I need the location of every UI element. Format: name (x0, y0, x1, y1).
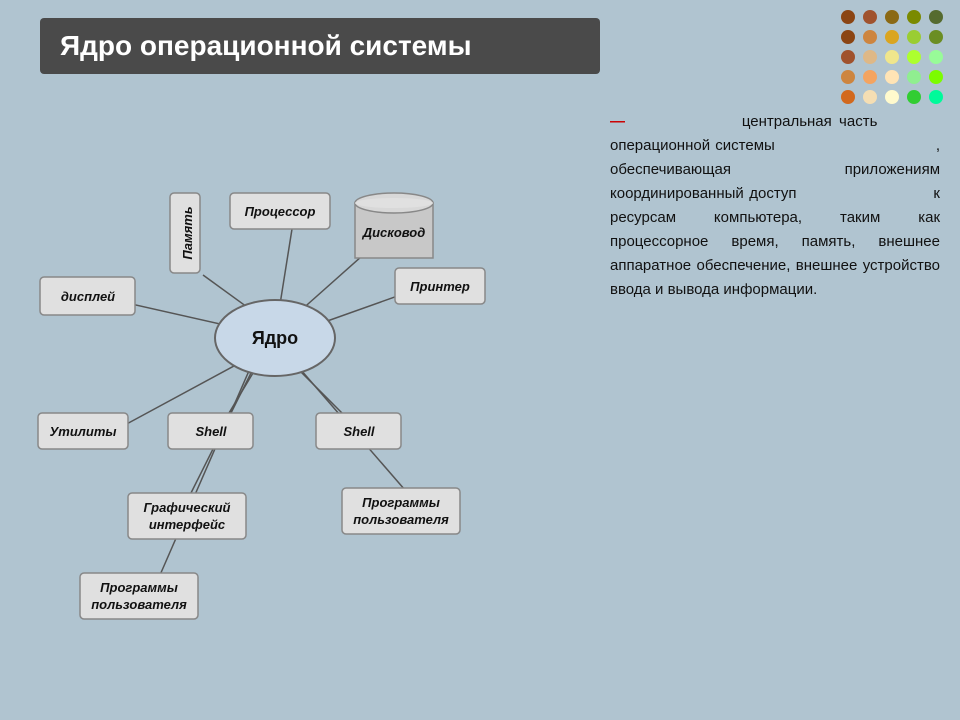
title-bar: Ядро операционной системы (40, 18, 600, 74)
diskdrive-node: Дисковод (362, 225, 426, 240)
decorative-dot (929, 90, 943, 104)
decorative-dot (907, 10, 921, 24)
decorative-dot (885, 90, 899, 104)
decorative-dot (929, 70, 943, 84)
gui-node: Графический (144, 500, 231, 515)
decorative-dot (841, 10, 855, 24)
processor-node: Процессор (245, 204, 316, 219)
diagram-area: Ядро дисплей Память Процессор Дисковод П… (20, 85, 510, 685)
shell1-node: Shell (195, 424, 226, 439)
page-title: Ядро операционной системы (60, 30, 580, 62)
decorative-dot (907, 70, 921, 84)
gui-node-line2: интерфейс (149, 517, 226, 532)
memory-node: Память (180, 206, 195, 259)
decorative-dot (863, 30, 877, 44)
decorative-dot (885, 50, 899, 64)
decorative-dot (885, 10, 899, 24)
display-node: дисплей (61, 289, 115, 304)
decorative-dot (929, 10, 943, 24)
shell2-node: Shell (343, 424, 374, 439)
decorative-dot (929, 30, 943, 44)
decorative-dot (885, 30, 899, 44)
userprogs1-node: Программы (362, 495, 440, 510)
decorative-dot (863, 90, 877, 104)
printer-node: Принтер (410, 279, 470, 294)
decorative-dot (841, 70, 855, 84)
dash-symbol: — (610, 113, 625, 130)
decorative-dot (907, 30, 921, 44)
os-kernel-diagram: Ядро дисплей Память Процессор Дисковод П… (20, 85, 510, 665)
decorative-dot (863, 50, 877, 64)
decorative-dot (863, 70, 877, 84)
userprogs2-node: Программы (100, 580, 178, 595)
decorative-dot (841, 50, 855, 64)
description-text: — центральная часть операционной системы… (610, 110, 940, 302)
decorative-dot (885, 70, 899, 84)
decorative-dot (841, 30, 855, 44)
userprogs1-node-line2: пользователя (353, 512, 449, 527)
decorative-dots (841, 10, 945, 104)
center-node-label: Ядро (252, 328, 298, 348)
userprogs2-node-line2: пользователя (91, 597, 187, 612)
decorative-dot (841, 90, 855, 104)
decorative-dot (907, 50, 921, 64)
utilities-node: Утилиты (50, 424, 117, 439)
decorative-dot (863, 10, 877, 24)
decorative-dot (929, 50, 943, 64)
decorative-dot (907, 90, 921, 104)
